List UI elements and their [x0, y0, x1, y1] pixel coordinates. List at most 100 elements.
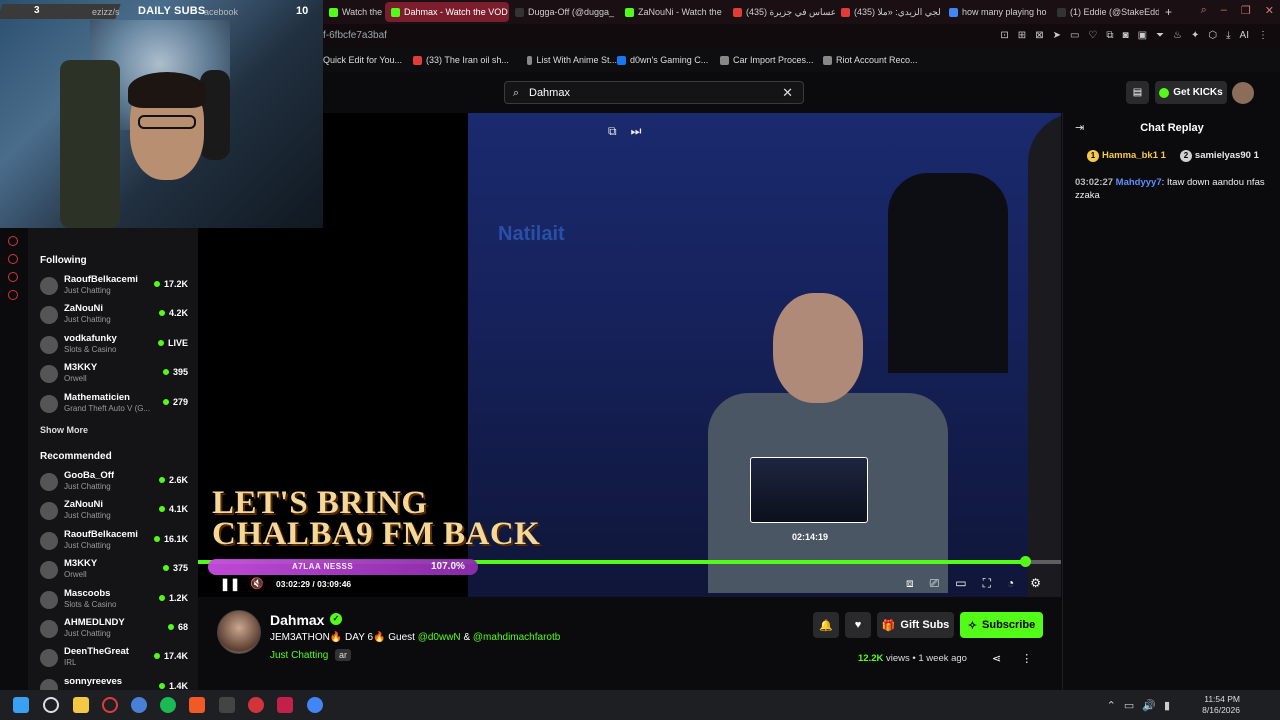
chrome-icon[interactable] [307, 697, 323, 713]
app-icon[interactable] [248, 697, 264, 713]
miniplayer-icon[interactable]: ⧈ [906, 576, 914, 591]
translate-icon[interactable]: ⊠ [1035, 30, 1043, 41]
close-window-icon[interactable]: ✕ [1265, 4, 1274, 17]
menu-icon[interactable]: ⋮ [1258, 30, 1268, 41]
theater-mode-icon[interactable]: ▭ [955, 576, 966, 591]
recommended-channel[interactable]: AHMEDLNDY Just Chatting 68 [28, 615, 198, 644]
pause-icon[interactable]: ❚❚ [220, 577, 240, 591]
puzzle-icon[interactable]: ✦ [1191, 30, 1199, 41]
mention-link[interactable]: @mahdimachfarotb [473, 632, 560, 643]
search-taskbar-icon[interactable] [43, 697, 59, 713]
streamer-avatar[interactable] [217, 610, 261, 654]
show-more-link[interactable]: Show More [28, 425, 198, 435]
mention-link[interactable]: @d0wwN [418, 632, 461, 643]
video-player[interactable]: Natilait ⧉ ⏭ LET'S BRING CHALBA9 FM BACK… [198, 113, 1061, 597]
tray-chevron-icon[interactable]: ⌃ [1107, 699, 1116, 712]
library-button[interactable]: ▤ [1126, 81, 1149, 104]
browser-tab-3[interactable]: ZaNouNi - Watch the [619, 2, 727, 22]
collapse-chat-icon[interactable]: ⇥ [1075, 121, 1084, 134]
app-icon[interactable] [131, 697, 147, 713]
browser-tab-1[interactable]: Dahmax - Watch the VOD [385, 2, 509, 22]
gift-subs-button[interactable]: 🎁 Gift Subs [877, 612, 954, 638]
heart-icon[interactable]: ♡ [1088, 30, 1097, 41]
more-options-icon[interactable]: ⋮ [1021, 652, 1032, 665]
following-channel[interactable]: vodkafunky Slots & Casino LIVE [28, 331, 198, 360]
bookmark-2[interactable]: List With Anime St... [527, 55, 617, 65]
clock[interactable]: 11:54 PM 8/16/2026 [1202, 694, 1240, 716]
battery-icon[interactable]: ▮ [1164, 699, 1170, 712]
camera-icon[interactable]: ◙ [1123, 30, 1129, 41]
bookmark-0[interactable]: Quick Edit for You... [323, 55, 413, 65]
clear-search-icon[interactable]: ✕ [782, 85, 793, 101]
recommended-channel[interactable]: M3KKY Orwell 375 [28, 556, 198, 585]
brave-icon[interactable] [189, 697, 205, 713]
recommended-channel[interactable]: sonnyreeves 1.4K [28, 674, 198, 690]
bookmark-1[interactable]: (33) The Iran oil sh... [413, 55, 527, 65]
recommended-channel[interactable]: GooBa_Off Just Chatting 2.6K [28, 468, 198, 497]
opera-icon[interactable] [102, 697, 118, 713]
new-tab-button[interactable]: + [1159, 2, 1179, 22]
volume-muted-icon[interactable]: 🔇 [250, 577, 264, 590]
get-kicks-button[interactable]: Get KICKs [1155, 81, 1227, 104]
recommended-channel[interactable]: RaoufBelkacemi Just Chatting 16.1K [28, 527, 198, 556]
filter-icon[interactable]: ⏷ [1156, 30, 1164, 41]
speed-icon[interactable]: ◔ [1007, 576, 1014, 591]
gifter-1[interactable]: 1 Hamma_bk1 1 [1087, 150, 1166, 162]
recommended-channel[interactable]: DeenTheGreat IRL 17.4K [28, 644, 198, 673]
rail-home-icon[interactable] [8, 236, 18, 246]
minimize-icon[interactable]: – [1221, 4, 1227, 17]
bookmark-5[interactable]: Riot Account Reco... [823, 55, 923, 65]
maximize-icon[interactable]: ❐ [1241, 4, 1251, 17]
flame-icon[interactable]: ♨ [1173, 30, 1182, 41]
send-icon[interactable]: ➤ [1053, 30, 1061, 41]
search-input[interactable] [529, 85, 779, 101]
gifter-2[interactable]: 2 samielyas90 1 [1179, 150, 1259, 162]
browser-tab-7[interactable]: (1) Eddie (@StakeEdd [1051, 2, 1159, 22]
browser-tab-6[interactable]: how many playing ho [943, 2, 1051, 22]
following-channel[interactable]: RaoufBelkacemi Just Chatting 17.2K [28, 272, 198, 301]
search-tabs-icon[interactable]: ⌕ [1201, 4, 1207, 17]
follow-button[interactable]: ♥ [845, 612, 871, 638]
user-avatar[interactable] [1232, 82, 1254, 104]
recommended-channel[interactable]: ZaNouNi Just Chatting 4.1K [28, 497, 198, 526]
file-explorer-icon[interactable] [73, 697, 89, 713]
notification-bell-button[interactable]: 🔔 [813, 612, 839, 638]
start-windows-icon[interactable] [13, 697, 29, 713]
screenshot-icon[interactable]: ⊞ [1018, 30, 1026, 41]
fullscreen-icon[interactable]: ⛶ [983, 576, 991, 591]
browser-tab-2[interactable]: Dugga-Off (@dugga_ [509, 2, 619, 22]
extension-icon[interactable]: ⧉ [1106, 30, 1113, 41]
app-icon[interactable] [219, 697, 235, 713]
streamer-name[interactable]: Dahmax [270, 612, 324, 628]
bookmark-3[interactable]: d0wn's Gaming C... [617, 55, 720, 65]
bookmark-icon[interactable]: ⊡ [1000, 30, 1008, 41]
bookmark-4[interactable]: Car Import Proces... [720, 55, 823, 65]
rail-gift-icon[interactable] [8, 272, 18, 282]
download-icon[interactable]: ⤓ [1226, 30, 1230, 41]
rail-clock-icon[interactable] [8, 254, 18, 264]
clip-icon[interactable]: ⎚ [930, 576, 940, 591]
network-icon[interactable]: ▭ [1124, 699, 1134, 712]
subscribe-button[interactable]: ✧ Subscribe [960, 612, 1043, 638]
browser-tab-0[interactable]: Watch the [323, 2, 385, 22]
skip-icon[interactable]: ⏭ [631, 124, 642, 139]
ai-icon[interactable]: AI [1240, 30, 1249, 41]
tab-icon[interactable]: ▭ [1070, 30, 1079, 41]
recommended-channel[interactable]: Mascoobs Slots & Casino 1.2K [28, 586, 198, 615]
browser-tab-5[interactable]: (435) لجي الزيدي: «ملا [835, 2, 943, 22]
url-text[interactable]: f-6fbcfe7a3baf [323, 30, 387, 41]
spotify-icon[interactable] [160, 697, 176, 713]
following-channel[interactable]: M3KKY Orwell 395 [28, 360, 198, 389]
following-channel[interactable]: Mathematicien Grand Theft Auto V (G... 279 [28, 390, 198, 419]
message-user[interactable]: Mahdyyy7 [1116, 177, 1162, 188]
settings-gear-icon[interactable]: ⚙ [1030, 576, 1041, 591]
rail-settings-icon[interactable] [8, 290, 18, 300]
browser-tab-4[interactable]: عساس في جزيرة (435) [727, 2, 835, 22]
seek-bar-knob[interactable] [1019, 556, 1031, 567]
language-tag[interactable]: ar [335, 649, 352, 661]
shield-icon[interactable]: ▣ [1138, 30, 1147, 41]
following-channel[interactable]: ZaNouNi Just Chatting 4.2K [28, 301, 198, 330]
volume-icon[interactable]: 🔊 [1142, 699, 1156, 712]
share-icon[interactable]: ⋖ [992, 652, 1001, 665]
app-icon[interactable] [277, 697, 293, 713]
